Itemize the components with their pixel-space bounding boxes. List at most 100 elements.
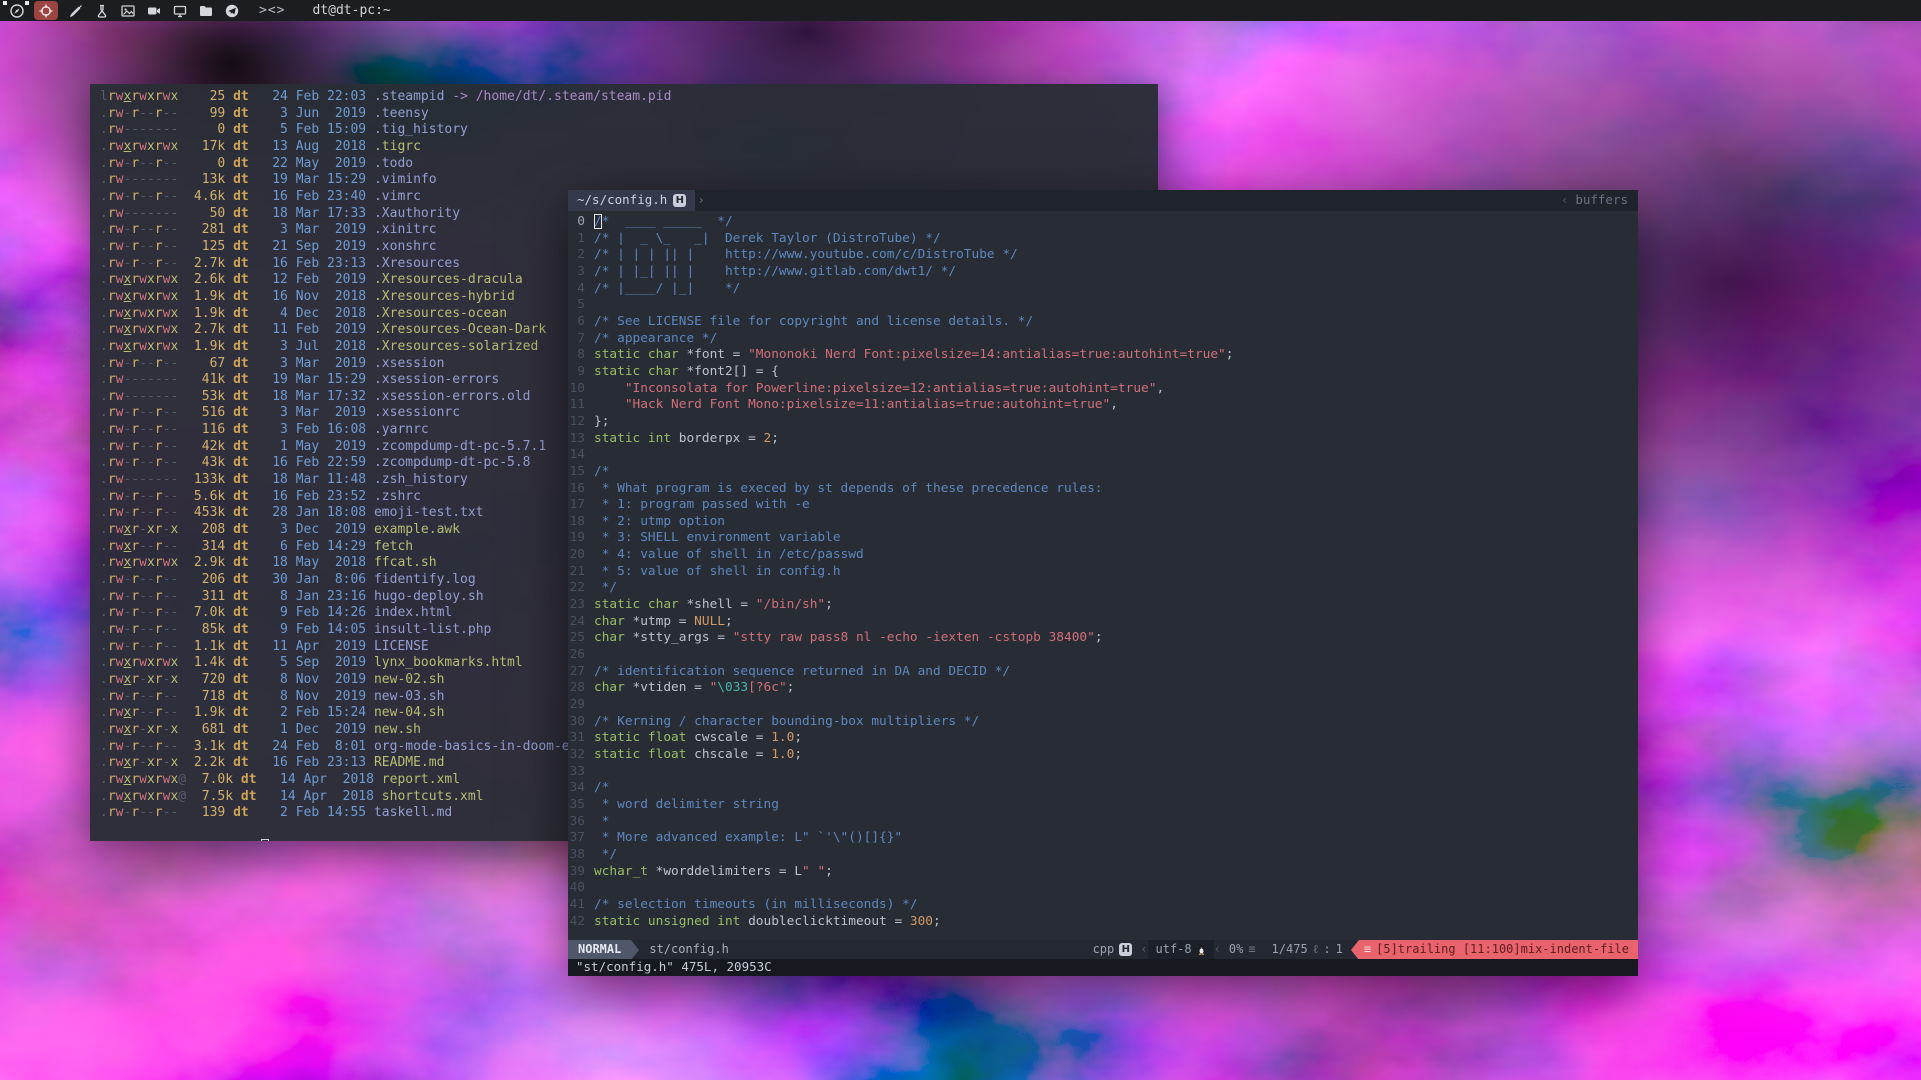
color-picker-icon[interactable]	[67, 2, 84, 19]
line-number: 26	[568, 647, 594, 664]
terminal-cursor[interactable]	[261, 839, 269, 841]
line-number: 1	[568, 231, 594, 248]
line-number: 4	[568, 281, 594, 298]
lines-icon: ≡	[1364, 941, 1371, 958]
line-number: 8	[568, 347, 594, 364]
linux-penguin-icon	[1197, 944, 1206, 955]
line-number: 11	[568, 397, 594, 414]
code-line: 21 * 5: value of shell in config.h	[568, 564, 1638, 581]
line-number: 7	[568, 331, 594, 348]
target-icon[interactable]	[34, 1, 58, 20]
code-line: 26	[568, 647, 1638, 664]
lines-icon: ≡	[1248, 941, 1255, 958]
line-number: 27	[568, 664, 594, 681]
line-number: 40	[568, 880, 594, 897]
line-number: 3	[568, 264, 594, 281]
line-number: 32	[568, 747, 594, 764]
code-line: 10 "Inconsolata for Powerline:pixelsize=…	[568, 381, 1638, 398]
powerline-separator-icon	[1351, 940, 1359, 959]
statusline-file: st/config.h	[639, 940, 738, 959]
code-line: 27/* identification sequence returned in…	[568, 664, 1638, 681]
line-number: 15	[568, 464, 594, 481]
file-row: .rwxrwxrwx 17k dt 13 Aug 2018 .tigrc	[100, 139, 1158, 156]
code-line: 18 * 2: utmp option	[568, 514, 1638, 531]
display-icon[interactable]	[171, 2, 188, 19]
fish-shell-icon[interactable]: ><>	[259, 3, 285, 18]
code-line: 30/* Kerning / character bounding-box mu…	[568, 714, 1638, 731]
tab-config-h[interactable]: ~/s/config.h H	[568, 190, 695, 211]
code-line: 41/* selection timeouts (in milliseconds…	[568, 897, 1638, 914]
file-row: .rw-r--r-- 99 dt 3 Jun 2019 .teensy	[100, 106, 1158, 123]
line-number: 13	[568, 431, 594, 448]
line-number: 37	[568, 830, 594, 847]
code-line: 1/* | _ \_ _| Derek Taylor (DistroTube) …	[568, 231, 1638, 248]
flask-icon[interactable]	[93, 2, 110, 19]
line-number: 33	[568, 764, 594, 781]
line-number: 34	[568, 780, 594, 797]
line-number: 25	[568, 630, 594, 647]
code-line: 22 */	[568, 580, 1638, 597]
line-number: 0	[568, 214, 594, 231]
line-number: 39	[568, 864, 594, 881]
code-line: 38 */	[568, 847, 1638, 864]
git-branch-label: master*	[157, 840, 212, 841]
top-bar: ><> dt@dt-pc:~	[0, 0, 1921, 21]
line-number: 19	[568, 530, 594, 547]
image-viewer-icon[interactable]	[119, 2, 136, 19]
vim-window[interactable]: ~/s/config.h H › ‹buffers 0/* ____ _____…	[568, 190, 1638, 976]
command-echo-line: "st/config.h" 475L, 20953C	[568, 959, 1638, 976]
line-number: 2	[568, 247, 594, 264]
line-number: 42	[568, 914, 594, 931]
line-number: 6	[568, 314, 594, 331]
workspace-dot	[3, 1, 7, 5]
git-branch-icon	[147, 840, 157, 841]
powerline-separator-icon	[631, 940, 639, 959]
vim-tabbar: ~/s/config.h H › ‹buffers	[568, 190, 1638, 211]
code-line: 2/* | | | || | http://www.youtube.com/c/…	[568, 247, 1638, 264]
code-line: 28char *vtiden = "\033[?6c";	[568, 680, 1638, 697]
code-line: 6/* See LICENSE file for copyright and l…	[568, 314, 1638, 331]
line-number: 21	[568, 564, 594, 581]
line-number: 18	[568, 514, 594, 531]
vim-code-area[interactable]: 0/* ____ _____ */1/* | _ \_ _| Derek Tay…	[568, 211, 1638, 940]
code-line: 7/* appearance */	[568, 331, 1638, 348]
modified-icon: H	[673, 194, 686, 207]
line-number: 22	[568, 580, 594, 597]
code-line: 15/*	[568, 464, 1638, 481]
code-line: 11 "Hack Nerd Font Mono:pixelsize=11:ant…	[568, 397, 1638, 414]
file-row: .rw------- 0 dt 5 Feb 15:09 .tig_history	[100, 122, 1158, 139]
chevron-left-icon: ‹	[1214, 940, 1221, 959]
code-line: 19 * 3: SHELL environment variable	[568, 530, 1638, 547]
code-line: 40	[568, 880, 1638, 897]
code-line: 31static float cwscale = 1.0;	[568, 730, 1638, 747]
code-line: 20 * 4: value of shell in /etc/passwd	[568, 547, 1638, 564]
compass-icon[interactable]	[8, 2, 25, 19]
code-line: 37 * More advanced example: L" `'\"()[]{…	[568, 830, 1638, 847]
line-number: 9	[568, 364, 594, 381]
video-camera-icon[interactable]	[145, 2, 162, 19]
code-line: 4/* |____/ |_| */	[568, 281, 1638, 298]
code-line: 24char *utmp = NULL;	[568, 614, 1638, 631]
prompt-symbol: $	[251, 840, 259, 841]
filetype-label: cpp H	[1085, 940, 1141, 959]
code-line: 35 * word delimiter string	[568, 797, 1638, 814]
line-number: 14	[568, 447, 594, 464]
telegram-icon[interactable]	[223, 2, 240, 19]
line-number: 10	[568, 381, 594, 398]
code-line: 16 * What program is execed by st depend…	[568, 481, 1638, 498]
file-manager-icon[interactable]	[197, 2, 214, 19]
scroll-percent: 0% ≡	[1221, 940, 1264, 959]
code-line: 36 *	[568, 814, 1638, 831]
line-number: 30	[568, 714, 594, 731]
code-line: 23static char *shell = "/bin/sh";	[568, 597, 1638, 614]
code-line: 33	[568, 764, 1638, 781]
behind-count: ↓54	[220, 840, 243, 841]
mode-indicator: NORMAL	[568, 940, 631, 959]
tab-path: ~/s/config.h	[577, 192, 667, 209]
buffers-label[interactable]: ‹buffers	[1561, 192, 1638, 209]
line-number: 12	[568, 414, 594, 431]
line-number: 35	[568, 797, 594, 814]
hostname-title: dt@dt-pc:~	[312, 3, 390, 18]
line-number: 23	[568, 597, 594, 614]
chevron-left-icon: ‹	[1561, 192, 1569, 207]
